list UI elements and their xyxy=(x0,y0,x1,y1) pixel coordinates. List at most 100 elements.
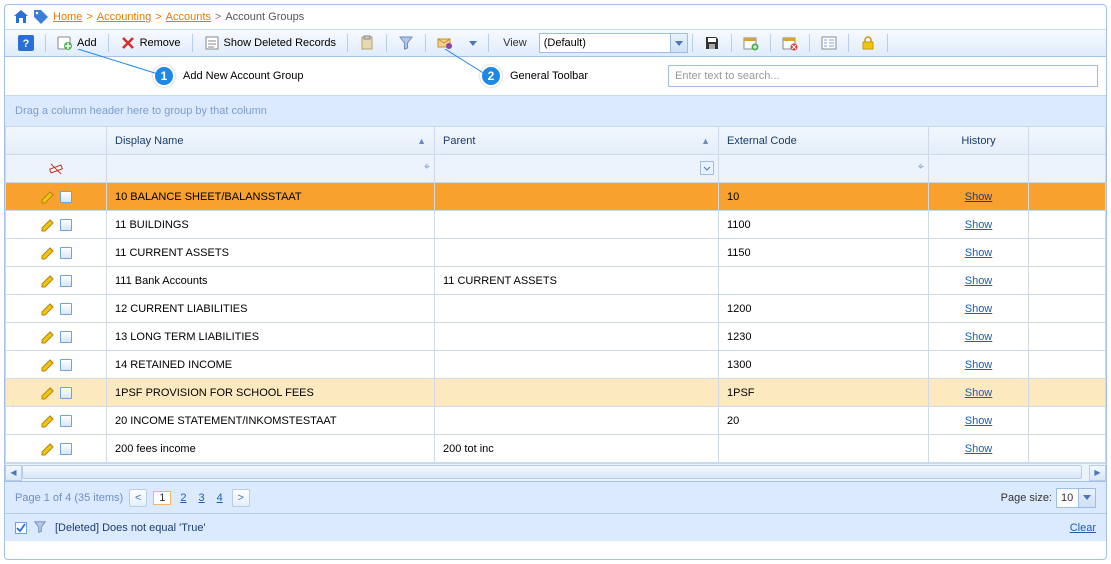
history-link[interactable]: Show xyxy=(965,331,993,343)
group-panel[interactable]: Drag a column header here to group by th… xyxy=(5,95,1106,127)
row-checkbox[interactable] xyxy=(60,443,72,455)
pager-prev[interactable]: < xyxy=(129,489,147,507)
row-checkbox[interactable] xyxy=(60,359,72,371)
table-row[interactable]: 11 CURRENT ASSETS1150Show xyxy=(5,239,1106,267)
breadcrumb-home[interactable]: Home xyxy=(53,11,82,23)
filter-parent[interactable] xyxy=(435,155,719,183)
history-link[interactable]: Show xyxy=(965,415,993,427)
col-parent[interactable]: Parent▲ xyxy=(435,127,719,155)
edit-icon[interactable] xyxy=(40,273,56,289)
table-row[interactable]: 14 RETAINED INCOME1300Show xyxy=(5,351,1106,379)
row-checkbox[interactable] xyxy=(60,275,72,287)
calendar-button[interactable] xyxy=(736,32,766,54)
edit-icon[interactable] xyxy=(40,189,56,205)
row-checkbox[interactable] xyxy=(60,191,72,203)
edit-icon[interactable] xyxy=(40,301,56,317)
tag-icon[interactable] xyxy=(33,9,49,25)
scroll-right-btn[interactable]: ▶ xyxy=(1089,465,1106,481)
history-link[interactable]: Show xyxy=(965,219,993,231)
row-checkbox[interactable] xyxy=(60,387,72,399)
view-input[interactable] xyxy=(540,34,670,52)
pager: Page 1 of 4 (35 items) < 1 2 3 4 > Page … xyxy=(5,481,1106,513)
row-checkbox[interactable] xyxy=(60,331,72,343)
view-dropdown-btn[interactable] xyxy=(670,34,687,52)
history-link[interactable]: Show xyxy=(965,359,993,371)
edit-icon[interactable] xyxy=(40,441,56,457)
funnel-icon[interactable] xyxy=(33,520,49,536)
filter-button[interactable] xyxy=(391,32,421,54)
clear-filter-icon[interactable] xyxy=(48,161,64,177)
save-button[interactable] xyxy=(697,32,727,54)
list-button[interactable] xyxy=(814,32,844,54)
clipboard-button[interactable] xyxy=(352,32,382,54)
home-icon[interactable] xyxy=(13,9,29,25)
table-row[interactable]: 12 CURRENT LIABILITIES1200Show xyxy=(5,295,1106,323)
col-history[interactable]: History xyxy=(929,127,1029,155)
filter-dd-icon[interactable] xyxy=(700,161,714,178)
table-row[interactable]: 200 fees income200 tot incShow xyxy=(5,435,1106,463)
col-externalcode[interactable]: External Code xyxy=(719,127,929,155)
search-box[interactable] xyxy=(668,65,1098,87)
table-row[interactable]: 20 INCOME STATEMENT/INKOMSTESTAAT20Show xyxy=(5,407,1106,435)
scroll-track[interactable] xyxy=(22,465,1089,481)
table-row[interactable]: 11 BUILDINGS1100Show xyxy=(5,211,1106,239)
page-size-btn[interactable] xyxy=(1078,489,1095,507)
row-checkbox[interactable] xyxy=(60,219,72,231)
history-link[interactable]: Show xyxy=(965,191,993,203)
filter-enable-checkbox[interactable] xyxy=(15,522,27,534)
history-link[interactable]: Show xyxy=(965,247,993,259)
pager-page-1[interactable]: 1 xyxy=(153,491,171,505)
cell-name: 1PSF PROVISION FOR SCHOOL FEES xyxy=(107,379,435,407)
pager-page-2[interactable]: 2 xyxy=(177,492,189,504)
filter-pin-icon[interactable]: ⌖ xyxy=(424,161,430,174)
breadcrumb-accounting[interactable]: Accounting xyxy=(97,11,151,23)
edit-icon[interactable] xyxy=(40,413,56,429)
pager-page-4[interactable]: 4 xyxy=(214,492,226,504)
edit-icon[interactable] xyxy=(40,245,56,261)
edit-icon[interactable] xyxy=(40,329,56,345)
toolbar: ? Add Remove Show Deleted Records View xyxy=(5,29,1106,57)
filter-expression[interactable]: [Deleted] Does not equal 'True' xyxy=(55,522,206,534)
calendar-del-button[interactable] xyxy=(775,32,805,54)
history-link[interactable]: Show xyxy=(965,275,993,287)
lock-button[interactable] xyxy=(853,32,883,54)
table-row[interactable]: 1PSF PROVISION FOR SCHOOL FEES1PSFShow xyxy=(5,379,1106,407)
view-label: View xyxy=(493,37,537,49)
col-actions[interactable] xyxy=(5,127,107,155)
filter-code[interactable]: ⌖ xyxy=(719,155,929,183)
show-deleted-button[interactable]: Show Deleted Records xyxy=(197,32,344,54)
search-input[interactable] xyxy=(669,66,1097,86)
filter-clear[interactable]: Clear xyxy=(1070,522,1096,534)
edit-icon[interactable] xyxy=(40,217,56,233)
edit-icon[interactable] xyxy=(40,357,56,373)
filter-name[interactable]: ⌖ xyxy=(107,155,435,183)
row-checkbox[interactable] xyxy=(60,415,72,427)
horizontal-scrollbar[interactable]: ◀ ▶ xyxy=(5,463,1106,481)
col-displayname[interactable]: Display Name▲ xyxy=(107,127,435,155)
breadcrumb-accounts[interactable]: Accounts xyxy=(166,11,211,23)
table-row[interactable]: 10 BALANCE SHEET/BALANSSTAAT10Show xyxy=(5,183,1106,211)
filter-parent-input[interactable] xyxy=(443,155,710,182)
filter-name-input[interactable] xyxy=(115,155,426,182)
pager-next[interactable]: > xyxy=(232,489,250,507)
history-link[interactable]: Show xyxy=(965,303,993,315)
history-link[interactable]: Show xyxy=(965,443,993,455)
help-button[interactable]: ? xyxy=(11,32,41,54)
row-checkbox[interactable] xyxy=(60,247,72,259)
filter-pin-icon[interactable]: ⌖ xyxy=(918,161,924,174)
filter-code-input[interactable] xyxy=(727,155,920,182)
scroll-left-btn[interactable]: ◀ xyxy=(5,465,22,481)
history-link[interactable]: Show xyxy=(965,387,993,399)
row-checkbox[interactable] xyxy=(60,303,72,315)
edit-icon[interactable] xyxy=(40,385,56,401)
filter-actions[interactable] xyxy=(5,155,107,183)
table-row[interactable]: 13 LONG TERM LIABILITIES1230Show xyxy=(5,323,1106,351)
sort-asc-icon: ▲ xyxy=(701,136,710,146)
pager-page-3[interactable]: 3 xyxy=(195,492,207,504)
cell-parent xyxy=(435,351,719,379)
cell-parent xyxy=(435,379,719,407)
scroll-thumb[interactable] xyxy=(22,465,1082,479)
table-row[interactable]: 111 Bank Accounts11 CURRENT ASSETSShow xyxy=(5,267,1106,295)
view-dropdown[interactable] xyxy=(539,33,688,53)
page-size-dropdown[interactable]: 10 xyxy=(1056,488,1096,508)
